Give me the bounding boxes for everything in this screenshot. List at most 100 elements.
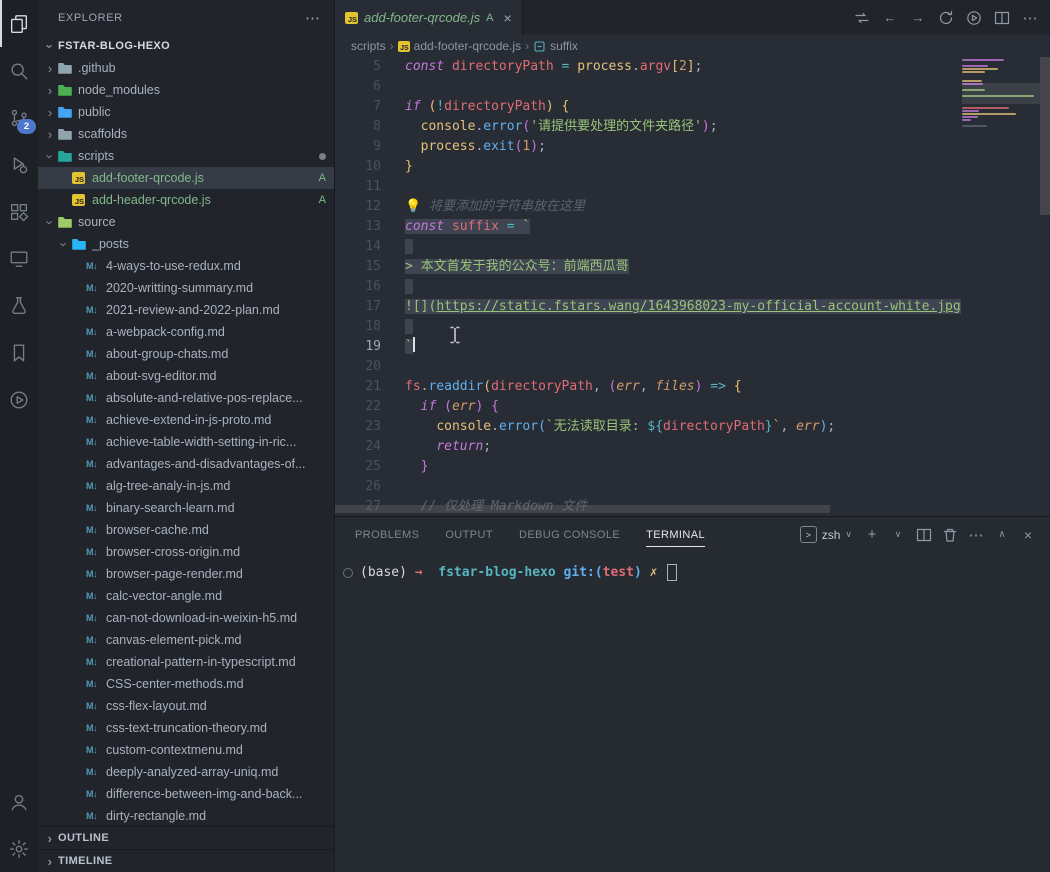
maximize-panel-icon[interactable]: ∧ — [990, 523, 1014, 547]
activity-testing-icon[interactable] — [0, 282, 38, 329]
more-actions-icon[interactable]: ⋯ — [305, 9, 320, 27]
tree-file-CSS-center-methods.md[interactable]: ›M↓CSS-center-methods.md — [38, 673, 334, 695]
code-line-15[interactable]: 15> 本文首发于我的公众号：前端西瓜哥 — [335, 257, 962, 277]
code-line-23[interactable]: 23 console.error(`无法读取目录: ${directoryPat… — [335, 417, 962, 437]
activity-source-control-icon[interactable]: 2 — [0, 94, 38, 141]
sync-icon[interactable] — [934, 6, 958, 30]
activity-account-icon[interactable] — [0, 778, 38, 825]
breadcrumb-item-suffix[interactable]: suffix — [533, 39, 578, 53]
tree-file-2020-writting-summary.md[interactable]: ›M↓2020-writting-summary.md — [38, 277, 334, 299]
code-line-5[interactable]: 5const directoryPath = process.argv[2]; — [335, 57, 962, 77]
tree-folder-.github[interactable]: ›.github — [38, 57, 334, 79]
line-number[interactable]: 24 — [335, 437, 381, 457]
tree-folder-source[interactable]: ›source — [38, 211, 334, 233]
breadcrumb-item-add-footer-qrcode.js[interactable]: JSadd-footer-qrcode.js — [398, 39, 521, 53]
tree-file-absolute-and-relative-pos-replace...[interactable]: ›M↓absolute-and-relative-pos-replace... — [38, 387, 334, 409]
panel-tab-debug-console[interactable]: DEBUG CONSOLE — [519, 517, 620, 552]
tree-file-difference-between-img-and-back...[interactable]: ›M↓difference-between-img-and-back... — [38, 783, 334, 805]
code-line-8[interactable]: 8 console.error('请提供要处理的文件夹路径'); — [335, 117, 962, 137]
line-number[interactable]: 9 — [335, 137, 381, 157]
split-terminal-icon[interactable] — [912, 523, 936, 547]
code-line-16[interactable]: 16 — [335, 277, 962, 297]
line-number[interactable]: 7 — [335, 97, 381, 117]
tree-folder-scripts[interactable]: ›scripts — [38, 145, 334, 167]
tree-file-achieve-extend-in-js-proto.md[interactable]: ›M↓achieve-extend-in-js-proto.md — [38, 409, 334, 431]
more-actions-icon[interactable]: ⋯ — [1018, 6, 1042, 30]
tree-file-advantages-and-disadvantages-of...[interactable]: ›M↓advantages-and-disadvantages-of... — [38, 453, 334, 475]
code-line-11[interactable]: 11 — [335, 177, 962, 197]
minimap[interactable] — [962, 57, 1040, 516]
code-line-9[interactable]: 9 process.exit(1); — [335, 137, 962, 157]
tree-folder-node_modules[interactable]: ›node_modules — [38, 79, 334, 101]
line-number[interactable]: 15 — [335, 257, 381, 277]
line-number[interactable]: 22 — [335, 397, 381, 417]
tree-file-can-not-download-in-weixin-h5.md[interactable]: ›M↓can-not-download-in-weixin-h5.md — [38, 607, 334, 629]
kill-terminal-icon[interactable] — [938, 523, 962, 547]
tree-file-css-text-truncation-theory.md[interactable]: ›M↓css-text-truncation-theory.md — [38, 717, 334, 739]
outline-section[interactable]: › OUTLINE — [38, 826, 334, 849]
tree-file-about-svg-editor.md[interactable]: ›M↓about-svg-editor.md — [38, 365, 334, 387]
code-line-25[interactable]: 25 } — [335, 457, 962, 477]
terminal-dropdown-icon[interactable]: ∨ — [886, 523, 910, 547]
tree-folder-public[interactable]: ›public — [38, 101, 334, 123]
tab-add-footer-qrcode[interactable]: JS add-footer-qrcode.js A × — [335, 0, 523, 35]
tree-file-4-ways-to-use-redux.md[interactable]: ›M↓4-ways-to-use-redux.md — [38, 255, 334, 277]
tree-folder-scaffolds[interactable]: ›scaffolds — [38, 123, 334, 145]
close-icon[interactable]: × — [503, 10, 511, 26]
tree-file-creational-pattern-in-typescript.md[interactable]: ›M↓creational-pattern-in-typescript.md — [38, 651, 334, 673]
tree-file-calc-vector-angle.md[interactable]: ›M↓calc-vector-angle.md — [38, 585, 334, 607]
code-line-20[interactable]: 20 — [335, 357, 962, 377]
code-line-17[interactable]: 17![](https://static.fstars.wang/1643968… — [335, 297, 962, 317]
tree-file-browser-cross-origin.md[interactable]: ›M↓browser-cross-origin.md — [38, 541, 334, 563]
code-line-14[interactable]: 14 — [335, 237, 962, 257]
tree-file-dirty-rectangle.md[interactable]: ›M↓dirty-rectangle.md — [38, 805, 334, 826]
line-number[interactable]: 26 — [335, 477, 381, 497]
tree-file-alg-tree-analy-in-js.md[interactable]: ›M↓alg-tree-analy-in-js.md — [38, 475, 334, 497]
horizontal-scrollbar[interactable] — [335, 505, 830, 513]
line-number[interactable]: 17 — [335, 297, 381, 317]
tree-folder-_posts[interactable]: ›_posts — [38, 233, 334, 255]
split-editor-icon[interactable] — [990, 6, 1014, 30]
line-number[interactable]: 10 — [335, 157, 381, 177]
tree-file-add-footer-qrcode.js[interactable]: ›JSadd-footer-qrcode.jsA — [38, 167, 334, 189]
tree-file-about-group-chats.md[interactable]: ›M↓about-group-chats.md — [38, 343, 334, 365]
activity-remote-explorer-icon[interactable] — [0, 235, 38, 282]
code-line-12[interactable]: 12💡 将要添加的字符串放在这里 — [335, 197, 962, 217]
line-number[interactable]: 5 — [335, 57, 381, 77]
code-line-18[interactable]: 18 — [335, 317, 962, 337]
activity-search-icon[interactable] — [0, 47, 38, 94]
code-line-24[interactable]: 24 return; — [335, 437, 962, 457]
terminal[interactable]: (base) → fstar-blog-hexo git:(test) ✗ — [335, 552, 1050, 872]
line-number[interactable]: 13 — [335, 217, 381, 237]
code-line-7[interactable]: 7if (!directoryPath) { — [335, 97, 962, 117]
code-line-10[interactable]: 10} — [335, 157, 962, 177]
line-number[interactable]: 19 — [335, 337, 381, 357]
new-terminal-icon[interactable]: + — [860, 523, 884, 547]
line-number[interactable]: 12 — [335, 197, 381, 217]
tree-file-browser-page-render.md[interactable]: ›M↓browser-page-render.md — [38, 563, 334, 585]
tree-file-deeply-analyzed-array-uniq.md[interactable]: ›M↓deeply-analyzed-array-uniq.md — [38, 761, 334, 783]
tree-file-achieve-table-width-setting-in-ric...[interactable]: ›M↓achieve-table-width-setting-in-ric... — [38, 431, 334, 453]
line-number[interactable]: 11 — [335, 177, 381, 197]
code-editor[interactable]: 5const directoryPath = process.argv[2];6… — [335, 57, 1050, 516]
tree-file-2021-review-and-2022-plan.md[interactable]: ›M↓2021-review-and-2022-plan.md — [38, 299, 334, 321]
line-number[interactable]: 25 — [335, 457, 381, 477]
code-line-21[interactable]: 21fs.readdir(directoryPath, (err, files)… — [335, 377, 962, 397]
line-number[interactable]: 14 — [335, 237, 381, 257]
activity-bookmarks-icon[interactable] — [0, 329, 38, 376]
shell-selector[interactable]: > zsh ∨ — [800, 526, 852, 543]
line-number[interactable]: 23 — [335, 417, 381, 437]
code-line-22[interactable]: 22 if (err) { — [335, 397, 962, 417]
line-number[interactable]: 20 — [335, 357, 381, 377]
close-panel-icon[interactable]: × — [1016, 523, 1040, 547]
code-line-26[interactable]: 26 — [335, 477, 962, 497]
activity-run-debug-icon[interactable] — [0, 141, 38, 188]
line-number[interactable]: 6 — [335, 77, 381, 97]
activity-live-server-icon[interactable] — [0, 376, 38, 423]
tree-file-a-webpack-config.md[interactable]: ›M↓a-webpack-config.md — [38, 321, 334, 343]
line-number[interactable]: 21 — [335, 377, 381, 397]
timeline-section[interactable]: › TIMELINE — [38, 849, 334, 872]
tree-file-binary-search-learn.md[interactable]: ›M↓binary-search-learn.md — [38, 497, 334, 519]
tree-file-css-flex-layout.md[interactable]: ›M↓css-flex-layout.md — [38, 695, 334, 717]
panel-tab-problems[interactable]: PROBLEMS — [355, 517, 419, 552]
